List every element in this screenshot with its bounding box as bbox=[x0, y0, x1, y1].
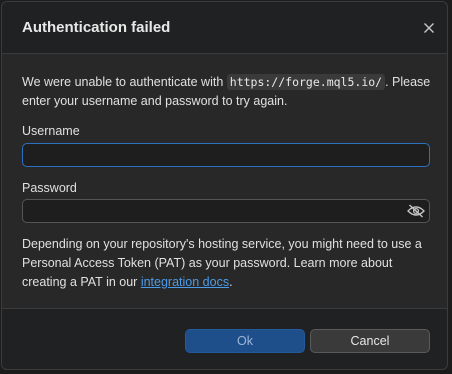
close-icon bbox=[424, 23, 434, 33]
dialog-title: Authentication failed bbox=[22, 19, 171, 36]
dialog-header: Authentication failed bbox=[2, 2, 447, 54]
help-after: . bbox=[229, 275, 233, 289]
eye-off-icon bbox=[407, 204, 425, 218]
password-label: Password bbox=[22, 181, 77, 195]
dialog-footer: Ok Cancel bbox=[2, 308, 447, 369]
intro-url: https://forge.mql5.io/ bbox=[226, 74, 386, 90]
cancel-button[interactable]: Cancel bbox=[310, 329, 430, 353]
intro-before: We were unable to authenticate with bbox=[22, 75, 227, 89]
close-button[interactable] bbox=[419, 18, 439, 38]
auth-dialog: Authentication failed We were unable to … bbox=[1, 1, 448, 370]
ok-button[interactable]: Ok bbox=[185, 329, 305, 353]
help-text: Depending on your repository's hosting s… bbox=[22, 235, 432, 292]
intro-text: We were unable to authenticate with http… bbox=[22, 73, 432, 111]
integration-docs-link[interactable]: integration docs bbox=[141, 275, 229, 289]
password-input[interactable] bbox=[22, 199, 430, 223]
dialog-body: We were unable to authenticate with http… bbox=[2, 54, 447, 308]
password-visibility-toggle[interactable] bbox=[406, 202, 426, 220]
username-label: Username bbox=[22, 124, 80, 138]
username-input[interactable] bbox=[22, 143, 430, 167]
background-strip bbox=[0, 370, 452, 374]
